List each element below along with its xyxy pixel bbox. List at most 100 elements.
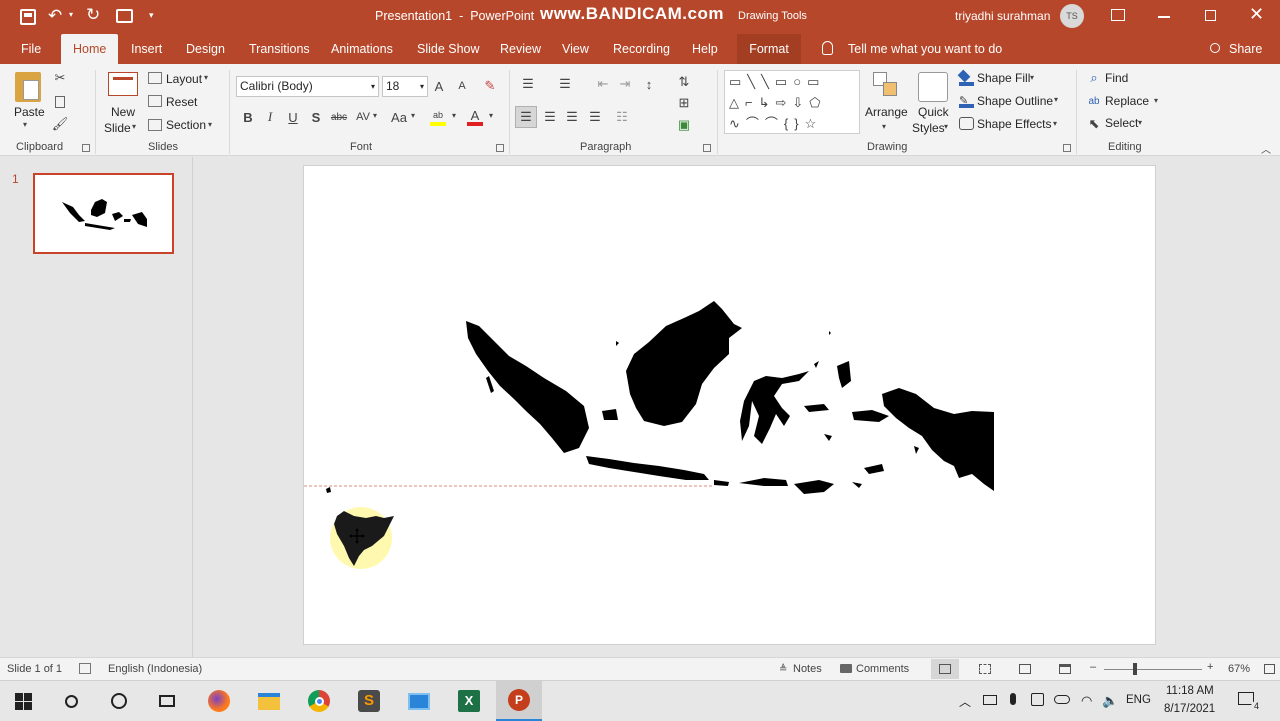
font-color-dropdown-icon[interactable]: ▾ <box>489 111 493 120</box>
columns-icon[interactable]: ☷ <box>613 109 631 125</box>
volume-icon[interactable]: 🔈 <box>1102 693 1118 709</box>
arrange-dropdown-icon[interactable]: ▾ <box>882 122 886 131</box>
paste-dropdown-icon[interactable]: ▾ <box>23 120 27 129</box>
layout-dropdown-icon[interactable]: ▾ <box>204 73 208 82</box>
tab-insert[interactable]: Insert <box>131 34 162 64</box>
share-button[interactable]: Share <box>1229 34 1262 64</box>
show-hidden-icons-icon[interactable]: ︿ <box>959 693 971 710</box>
chrome-icon[interactable] <box>296 681 342 721</box>
tab-file[interactable]: File <box>21 34 41 64</box>
underline-button[interactable]: U <box>285 108 301 126</box>
sublime-icon[interactable]: S <box>346 681 392 721</box>
font-size-dropdown-icon[interactable]: ▾ <box>420 77 424 96</box>
reset-button[interactable]: Reset <box>166 95 197 109</box>
tab-home[interactable]: Home <box>61 34 119 64</box>
cortana-icon[interactable] <box>96 681 142 721</box>
indonesia-map-image[interactable] <box>304 166 1157 646</box>
task-view-icon[interactable] <box>144 681 190 721</box>
tab-view[interactable]: View <box>562 34 589 64</box>
shape-effects-button[interactable]: Shape Effects <box>977 117 1052 131</box>
tab-slide-show[interactable]: Slide Show <box>417 34 480 64</box>
select-button[interactable]: Select <box>1105 116 1138 130</box>
bold-button[interactable]: B <box>240 108 256 126</box>
text-direction-icon[interactable]: ⇅ <box>675 74 693 90</box>
language-status[interactable]: English (Indonesia) <box>108 663 202 675</box>
clock-date[interactable]: 8/17/2021 <box>1164 703 1215 715</box>
align-center-icon[interactable]: ☰ <box>541 109 559 125</box>
wifi-icon[interactable]: ◠ <box>1081 693 1092 709</box>
battery-saver-icon[interactable] <box>983 695 997 705</box>
align-text-icon[interactable]: ⊞ <box>675 95 693 111</box>
zoom-in-icon[interactable]: + <box>1207 661 1213 673</box>
quick-styles-dropdown-icon[interactable]: ▾ <box>944 122 948 131</box>
arrange-icon[interactable] <box>873 72 899 98</box>
tab-transitions[interactable]: Transitions <box>249 34 310 64</box>
quick-styles-icon[interactable] <box>918 72 948 102</box>
tab-design[interactable]: Design <box>186 34 225 64</box>
bullets-icon[interactable]: ☰ <box>519 76 537 92</box>
align-right-icon[interactable]: ☰ <box>563 109 581 125</box>
undo-icon[interactable]: ↶ <box>48 6 62 26</box>
firefox-icon[interactable] <box>196 681 242 721</box>
highlight-color-icon[interactable]: ab <box>430 110 446 126</box>
decrease-font-size-icon[interactable]: A <box>455 78 469 94</box>
paste-icon[interactable] <box>15 72 41 102</box>
clipboard-launcher-icon[interactable] <box>82 144 90 152</box>
onedrive-icon[interactable] <box>1054 695 1070 704</box>
slide-sorter-icon[interactable] <box>979 664 991 674</box>
shapes-gallery[interactable]: ▭╲╲▭○▭ △⌐↳⇨⇩⬠ ∿⌒⌒{}☆ <box>724 70 860 134</box>
font-size-combo[interactable]: 18 ▾ <box>382 76 428 97</box>
tab-help[interactable]: Help <box>692 34 718 64</box>
bandicam-icon[interactable] <box>1031 693 1044 706</box>
change-case-button[interactable]: Aa <box>389 108 409 126</box>
slide-thumbnail[interactable] <box>33 173 174 254</box>
ribbon-display-options-icon[interactable] <box>1111 9 1125 21</box>
convert-smartart-icon[interactable]: ▣ <box>675 117 693 133</box>
comments-button[interactable]: Comments <box>856 663 909 675</box>
drawing-launcher-icon[interactable] <box>1063 144 1071 152</box>
font-launcher-icon[interactable] <box>496 144 504 152</box>
shape-outline-dropdown-icon[interactable]: ▾ <box>1054 95 1058 104</box>
font-color-icon[interactable]: A <box>467 108 483 126</box>
numbering-icon[interactable]: ☰ <box>556 76 574 92</box>
file-explorer-icon[interactable] <box>246 681 292 721</box>
font-name-combo[interactable]: Calibri (Body) ▾ <box>236 76 379 97</box>
fit-slide-icon[interactable] <box>1264 664 1275 674</box>
clock-time[interactable]: 11:18 AM <box>1166 685 1214 697</box>
format-painter-icon[interactable]: 🖌 <box>52 116 69 132</box>
paste-button[interactable]: Paste <box>14 105 45 119</box>
excel-icon[interactable]: X <box>446 681 492 721</box>
copy-icon[interactable] <box>52 94 68 110</box>
powerpoint-icon[interactable]: P <box>496 681 542 721</box>
replace-button[interactable]: Replace <box>1105 94 1149 108</box>
character-spacing-button[interactable]: AV <box>354 108 372 126</box>
increase-font-size-icon[interactable]: A <box>432 78 446 94</box>
tell-me-search[interactable]: Tell me what you want to do <box>848 34 1002 64</box>
tab-animations[interactable]: Animations <box>331 34 393 64</box>
paragraph-launcher-icon[interactable] <box>703 144 711 152</box>
new-slide-icon[interactable] <box>108 72 138 96</box>
shape-effects-dropdown-icon[interactable]: ▾ <box>1053 119 1057 128</box>
clear-formatting-icon[interactable]: ✎ <box>483 78 497 94</box>
shape-outline-button[interactable]: Shape Outline <box>977 94 1053 108</box>
tab-review[interactable]: Review <box>500 34 541 64</box>
quick-styles-label-2[interactable]: Styles <box>912 121 945 135</box>
arrange-button[interactable]: Arrange <box>865 105 908 119</box>
increase-indent-icon[interactable]: ⇥ <box>616 76 634 92</box>
shape-fill-button[interactable]: Shape Fill <box>977 71 1030 85</box>
zoom-level[interactable]: 67% <box>1228 663 1250 675</box>
reading-view-icon[interactable] <box>1019 664 1031 674</box>
start-from-beginning-icon[interactable] <box>116 9 133 23</box>
new-slide-label-2[interactable]: Slide <box>104 121 131 135</box>
zoom-slider[interactable] <box>1104 669 1202 670</box>
minimize-icon[interactable] <box>1158 16 1170 18</box>
slide-show-icon[interactable] <box>1059 664 1071 674</box>
italic-button[interactable]: I <box>262 108 278 126</box>
find-button[interactable]: Find <box>1105 71 1128 85</box>
restore-icon[interactable] <box>1205 10 1216 21</box>
search-icon[interactable] <box>48 681 94 721</box>
redo-icon[interactable]: ↻ <box>86 5 100 25</box>
select-dropdown-icon[interactable]: ▾ <box>1138 118 1142 127</box>
spellcheck-icon[interactable] <box>79 663 91 674</box>
section-dropdown-icon[interactable]: ▾ <box>208 120 212 129</box>
